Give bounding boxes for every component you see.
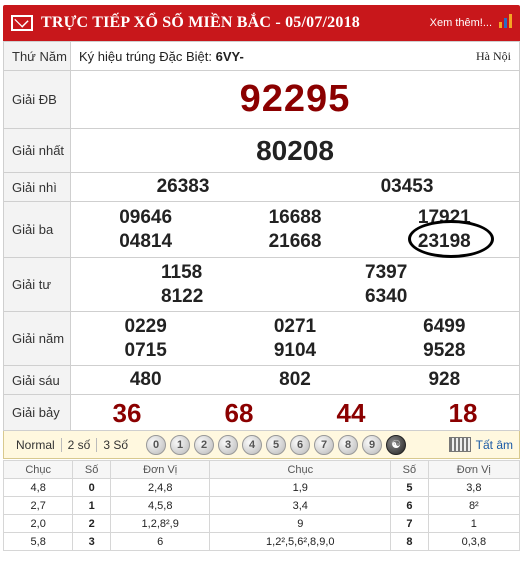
digit-button[interactable]: 3 xyxy=(218,434,239,455)
prize-5-value: 0271 xyxy=(273,315,317,337)
col-header: Số xyxy=(72,460,111,479)
highlight-circle xyxy=(408,220,494,258)
col-header: Đơn Vị xyxy=(427,460,521,479)
see-more-link[interactable]: Xem thêm!... xyxy=(430,17,492,29)
col-header: Chục xyxy=(2,460,74,479)
loto-table: Chục Số Đơn Vị Chục Số Đơn Vị 4,8 0 2,4,8 … xyxy=(2,460,521,551)
prize-3-value: 21668 xyxy=(268,230,322,252)
prize-4-value: 6340 xyxy=(365,285,408,307)
prize-2-label: Giải nhì xyxy=(3,172,71,202)
mode-2-digit-button[interactable]: 2 số xyxy=(62,437,98,452)
page-title: TRỰC TIẾP XỔ SỐ MIỀN BẮC - 05/07/2018 xyxy=(41,14,360,31)
prize-6-value: 802 xyxy=(279,369,311,390)
digit-button[interactable]: 0 xyxy=(146,434,167,455)
digit-button[interactable]: 9 xyxy=(362,434,383,455)
prize-3-label: Giải ba xyxy=(3,201,71,258)
prize-7-value: 68 xyxy=(224,397,254,428)
prize-2-value: 03453 xyxy=(380,176,434,197)
prize-db-value: 92295 xyxy=(70,70,520,129)
prize-3-value: 09646 xyxy=(119,206,173,228)
digit-button[interactable]: 7 xyxy=(314,434,335,455)
table-row: 2,0 2 1,2,8²,9 971 xyxy=(2,514,521,533)
prize-7-value: 36 xyxy=(112,397,142,428)
prize-5-label: Giải năm xyxy=(3,311,71,366)
mail-icon xyxy=(11,15,33,31)
prize-5-value: 0715 xyxy=(124,339,167,361)
display-toolbar: Normal 2 số 3 Số 0 1 2 3 4 5 6 7 8 9 ☯ T… xyxy=(3,431,520,459)
prize-2-value: 26383 xyxy=(156,176,210,197)
col-header: Chục xyxy=(209,460,392,479)
prize-7-value: 18 xyxy=(448,397,478,428)
barcode-icon[interactable] xyxy=(449,437,471,452)
prize-4-value: 8122 xyxy=(161,285,204,307)
prize-7-value: 44 xyxy=(336,397,366,428)
digit-button[interactable]: 2 xyxy=(194,434,215,455)
digit-button[interactable]: 4 xyxy=(242,434,263,455)
table-row: 2,7 1 4,5,8 3,4 6 8² xyxy=(2,496,521,515)
result-panel: TRỰC TIẾP XỔ SỐ MIỀN BẮC - 05/07/2018 Xe… xyxy=(2,5,521,551)
prize-3-value: 04814 xyxy=(119,230,173,252)
mode-normal-button[interactable]: Normal xyxy=(10,437,62,452)
digit-button[interactable]: 8 xyxy=(338,434,359,455)
result-header: TRỰC TIẾP XỔ SỐ MIỀN BẮC - 05/07/2018 Xe… xyxy=(3,5,520,41)
sound-all-link[interactable]: Tất âm xyxy=(476,438,513,452)
prize-db-label: Giải ĐB xyxy=(3,70,71,129)
day-label: Thứ Năm xyxy=(3,41,71,71)
prize-6-value: 928 xyxy=(428,369,461,390)
digit-button[interactable]: 1 xyxy=(170,434,191,455)
prize-6-value: 480 xyxy=(129,369,162,390)
col-header: Số xyxy=(390,460,429,479)
digit-button[interactable]: 5 xyxy=(266,434,287,455)
prize-5-value: 6499 xyxy=(423,315,466,337)
region-label: Hà Nội xyxy=(476,48,511,63)
prize-4-value: 7397 xyxy=(365,261,408,283)
prize-4-label: Giải tư xyxy=(3,257,71,312)
col-header: Đơn Vị xyxy=(109,460,211,479)
prize-5-value: 9104 xyxy=(273,339,317,361)
special-code: Ký hiệu trúng Đặc Biệt: 6VY- xyxy=(79,48,244,64)
result-table: Thứ Năm Ký hiệu trúng Đặc Biệt: 6VY- Hà … xyxy=(3,41,520,431)
prize-1-label: Giải nhất xyxy=(3,128,71,173)
prize-4-value: 1158 xyxy=(161,261,203,283)
digit-filter: 0 1 2 3 4 5 6 7 8 9 ☯ xyxy=(146,434,407,455)
prize-7-label: Giải bảy xyxy=(3,394,71,431)
prize-5-value: 9528 xyxy=(423,339,466,361)
digit-button[interactable]: 6 xyxy=(290,434,311,455)
prize-6-label: Giải sáu xyxy=(3,365,71,395)
chart-icon[interactable] xyxy=(498,13,514,29)
prize-1-value: 80208 xyxy=(70,128,520,173)
mode-3-digit-button[interactable]: 3 Số xyxy=(97,438,134,452)
table-row: 4,8 0 2,4,8 1,9 5 3,8 xyxy=(2,478,521,497)
table-row: 5,8 3 6 1,2²,5,6²,8,9,0 8 0,3,8 xyxy=(2,532,521,551)
prize-5-value: 0229 xyxy=(124,315,167,337)
yin-yang-icon[interactable]: ☯ xyxy=(386,434,407,455)
prize-3-value: 16688 xyxy=(268,206,322,228)
